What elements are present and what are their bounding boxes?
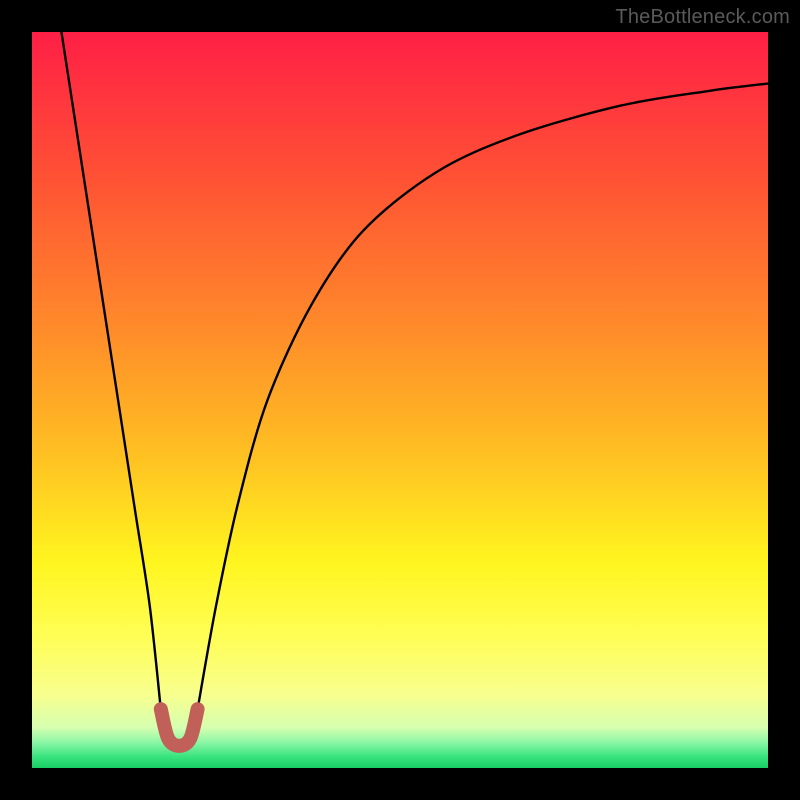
watermark-text: TheBottleneck.com — [615, 6, 790, 29]
trough-marker — [161, 709, 198, 746]
plot-area — [32, 32, 768, 768]
chart-frame: TheBottleneck.com — [0, 0, 800, 800]
curve-layer — [32, 32, 768, 768]
bottleneck-curve — [61, 32, 768, 746]
